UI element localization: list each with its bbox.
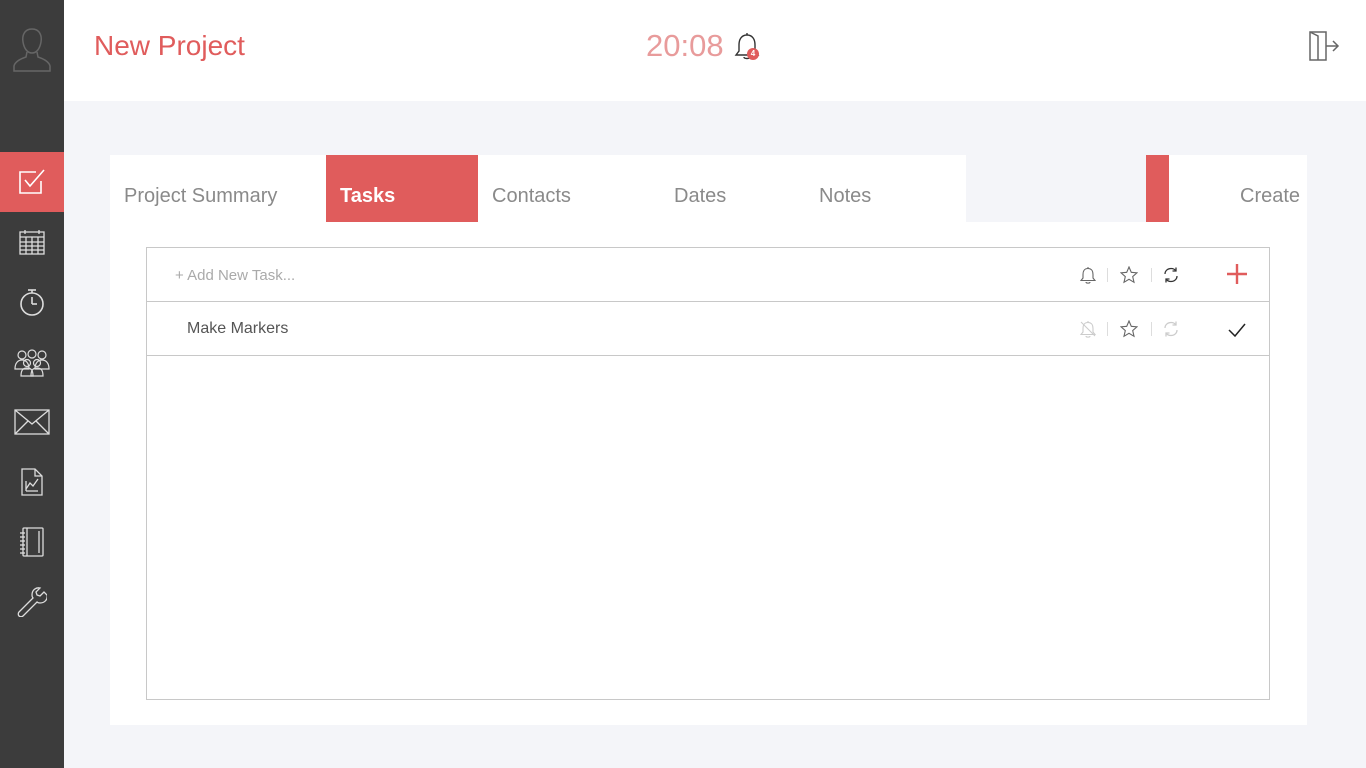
nav-calendar[interactable]	[0, 212, 64, 272]
reminder-button[interactable]	[1078, 265, 1098, 285]
star-icon	[1120, 266, 1138, 284]
repeat-button[interactable]	[1161, 319, 1181, 339]
avatar[interactable]	[0, 0, 64, 100]
page-title: New Project	[94, 30, 245, 61]
separator	[1151, 268, 1152, 282]
favorite-button[interactable]	[1119, 265, 1139, 285]
tab-spacer	[966, 155, 1146, 222]
notification-badge: 4	[747, 48, 759, 60]
nav-reports[interactable]	[0, 452, 64, 512]
tab-create[interactable]: Create	[1240, 155, 1300, 222]
star-icon	[1120, 320, 1138, 338]
tab-dates[interactable]: Dates	[674, 155, 726, 222]
nav-settings[interactable]	[0, 572, 64, 632]
tab-accent-bar	[1146, 155, 1169, 222]
notebook-icon	[20, 527, 44, 557]
report-icon	[21, 468, 43, 496]
nav-contacts[interactable]	[0, 332, 64, 392]
logout-icon[interactable]	[1308, 30, 1340, 62]
separator	[1107, 268, 1108, 282]
project-panel: Project Summary Tasks Contacts Dates Not…	[110, 155, 1307, 725]
sidebar	[0, 0, 64, 768]
envelope-icon	[14, 409, 50, 435]
nav-timer[interactable]	[0, 272, 64, 332]
checkbox-icon	[19, 169, 45, 194]
task-list: Make Markers	[146, 247, 1270, 700]
complete-task-button[interactable]	[1225, 318, 1249, 342]
calendar-icon	[19, 230, 45, 255]
repeat-button[interactable]	[1161, 265, 1181, 285]
stopwatch-icon	[20, 289, 44, 316]
bell-off-icon	[1080, 321, 1096, 338]
tab-bar: Project Summary Tasks Contacts Dates Not…	[110, 155, 1307, 222]
tab-project-summary[interactable]: Project Summary	[124, 155, 277, 222]
nav-notebook[interactable]	[0, 512, 64, 572]
tab-tasks[interactable]: Tasks	[326, 155, 478, 222]
reminder-button[interactable]	[1078, 319, 1098, 339]
tab-notes[interactable]: Notes	[819, 155, 871, 222]
repeat-icon	[1164, 267, 1178, 283]
favorite-button[interactable]	[1119, 319, 1139, 339]
repeat-icon	[1164, 321, 1178, 337]
header: New Project 20:08 4	[64, 0, 1366, 101]
nav-tasks[interactable]	[0, 152, 64, 212]
tab-contacts[interactable]: Contacts	[492, 155, 571, 222]
new-task-input[interactable]	[175, 265, 775, 285]
separator	[1151, 322, 1152, 336]
nav-mail[interactable]	[0, 392, 64, 452]
new-task-row	[147, 248, 1269, 302]
bell-icon	[1080, 267, 1096, 284]
task-row[interactable]: Make Markers	[147, 302, 1269, 356]
clock: 20:08	[646, 28, 724, 63]
people-icon	[14, 349, 50, 377]
task-label: Make Markers	[187, 320, 289, 337]
add-task-button[interactable]	[1223, 260, 1251, 288]
wrench-icon	[17, 587, 47, 617]
user-icon	[13, 28, 51, 72]
separator	[1107, 322, 1108, 336]
